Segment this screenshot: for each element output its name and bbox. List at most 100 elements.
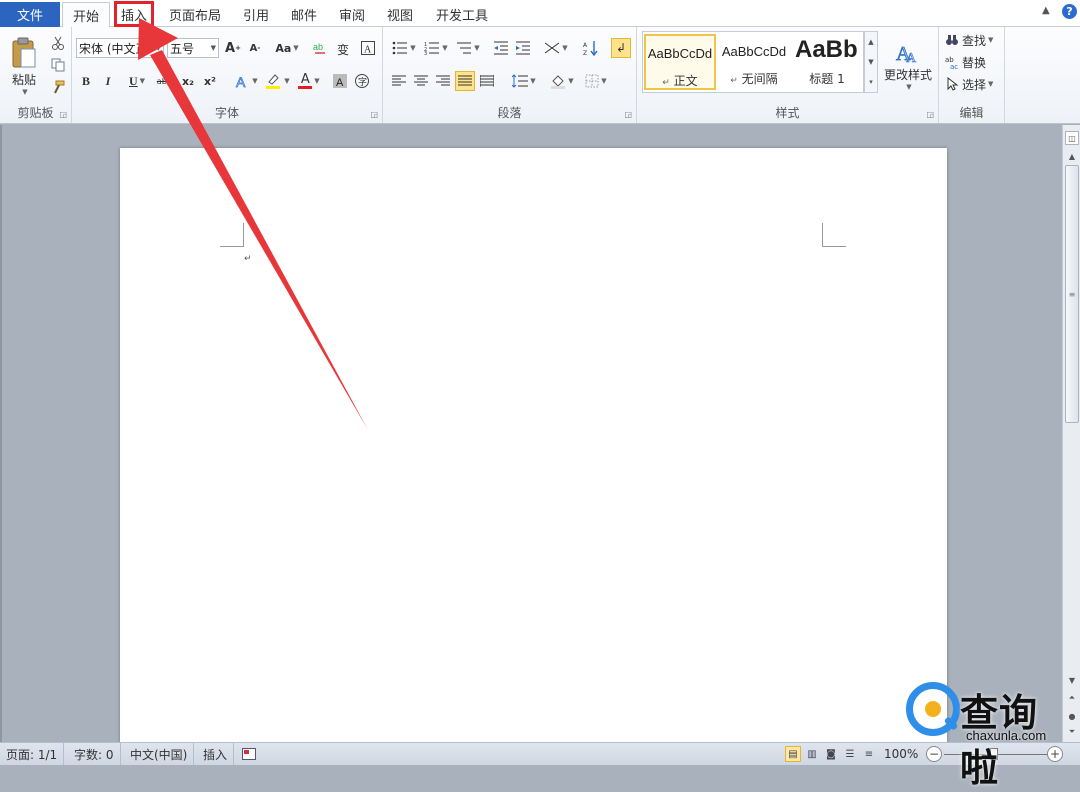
ribbon: 粘贴 ▼ 剪贴板 ◲ 宋体 (中文正 ▼ 五号 ▼ A+ A- Aa▼ ab [0,27,1080,124]
distributed-align-icon[interactable] [477,71,497,91]
tab-insert[interactable]: 插入 [114,2,154,27]
numbering-button[interactable]: 123 ▼ [421,38,451,58]
web-layout-icon[interactable]: ◙ [823,746,839,762]
enclose-characters-icon[interactable]: 字 [352,71,372,91]
macro-record-icon[interactable] [236,743,262,765]
tab-mailings[interactable]: 邮件 [284,2,324,27]
insert-mode-indicator[interactable]: 插入 [197,743,235,765]
dialog-launcher-icon[interactable]: ◲ [926,110,934,119]
chevron-up-icon[interactable]: ▲ [1042,5,1050,16]
chevron-down-icon[interactable]: ▼ [868,58,873,66]
phonetic-guide-icon[interactable]: 变 [334,38,354,58]
svg-text:Z: Z [583,50,587,56]
tab-home[interactable]: 开始 [62,2,110,28]
justify-icon[interactable] [455,71,475,91]
font-color-button[interactable]: A ▼ [294,71,324,91]
more-icon[interactable]: ▾ [869,78,873,86]
full-screen-reading-icon[interactable]: ▥ [804,746,820,762]
strikethrough-button[interactable]: abc [154,71,174,91]
grow-font-label: A [225,40,236,56]
zoom-level[interactable]: 100% [884,743,918,765]
shrink-font-button[interactable]: A- [245,38,265,58]
language-indicator[interactable]: 中文(中国) [124,743,195,765]
watermark-url: chaxunla.com [966,728,1047,743]
chevron-up-icon[interactable]: ▲ [868,38,873,46]
format-painter-icon[interactable] [48,77,68,97]
character-border-icon[interactable]: A [358,38,378,58]
page-count[interactable]: 页面: 1/1 [0,743,65,765]
help-icon[interactable]: ? [1062,4,1077,19]
align-center-icon[interactable] [411,71,431,91]
show-formatting-marks-button[interactable]: ↲ [611,38,631,58]
select-button[interactable]: 选择 ▼ [945,74,993,94]
chevron-down-icon: ▼ [988,36,994,44]
chevron-down-icon: ▼ [601,77,607,85]
styles-gallery-scroll[interactable]: ▲ ▼ ▾ [864,31,878,93]
binoculars-icon [946,35,958,45]
character-shading-icon[interactable]: A [330,71,350,91]
svg-text:A: A [364,45,372,56]
tab-view[interactable]: 视图 [380,2,420,27]
align-left-icon[interactable] [389,71,409,91]
bold-button[interactable]: B [76,71,96,91]
borders-icon [585,74,599,88]
tab-references[interactable]: 引用 [236,2,276,27]
change-styles-label: 更改样式 [883,67,932,82]
change-styles-button[interactable]: AA 更改样式 ▼ [880,31,936,97]
decrease-indent-icon[interactable] [491,38,511,58]
tab-file[interactable]: 文件 [0,2,60,27]
scroll-up-icon[interactable]: ▲ [1065,149,1079,163]
vertical-scrollbar[interactable]: ◫ ▲ ≡ ▼ ⏶ ● ⏷ [1062,125,1080,742]
word-count[interactable]: 字数: 0 [68,743,121,765]
chevron-down-icon: ▼ [568,77,574,85]
shading-button[interactable]: ▼ [547,71,577,91]
shrink-font-label: A [249,42,258,54]
italic-button[interactable]: I [98,71,118,91]
highlighter-icon [266,74,281,89]
text-effects-icon: A [236,74,247,89]
scrollbar-thumb[interactable]: ≡ [1065,165,1079,423]
dialog-launcher-icon[interactable]: ◲ [370,110,378,119]
superscript-button[interactable]: x² [200,71,220,91]
cut-icon[interactable] [48,33,68,53]
tab-developer[interactable]: 开发工具 [428,2,496,27]
find-button[interactable]: 查找 ▼ [945,30,993,50]
sort-icon[interactable]: AZ [581,38,601,58]
highlight-color-button[interactable]: ▼ [262,71,292,91]
zoom-out-icon[interactable]: − [926,746,942,762]
dialog-launcher-icon[interactable]: ◲ [59,110,67,119]
ruler-toggle-icon[interactable]: ◫ [1065,131,1079,145]
grow-font-button[interactable]: A + [223,38,243,58]
font-group-label: 字体 [214,106,239,120]
document-page[interactable]: ↵ [120,148,947,742]
underline-button[interactable]: U ▼ [122,71,152,91]
replace-button[interactable]: ab ac 替换 [945,52,986,72]
increase-indent-icon[interactable] [513,38,533,58]
clear-formatting-icon[interactable]: ab [310,38,330,58]
bullets-button[interactable]: ▼ [389,38,419,58]
multilevel-list-button[interactable]: ▼ [453,38,483,58]
chevron-down-icon: ▼ [988,80,994,88]
style-item-normal[interactable]: AaBbCcDd ↵ 正文 [644,34,716,90]
tab-review[interactable]: 审阅 [332,2,372,27]
change-case-button[interactable]: Aa ▼ [274,38,300,58]
font-size-combo[interactable]: 五号 ▼ [167,38,219,58]
outline-view-icon[interactable]: ☰ [842,746,858,762]
style-item-heading-1[interactable]: AaBb 标题 1 [791,34,863,90]
style-item-no-spacing[interactable]: AaBbCcDd ↵ 无间隔 [718,34,790,90]
text-effects-button[interactable]: A ▼ [232,71,260,91]
tab-page-layout[interactable]: 页面布局 [162,2,228,27]
borders-button[interactable]: ▼ [581,71,611,91]
chinese-layout-button[interactable]: ▼ [541,38,571,58]
draft-view-icon[interactable]: ≡ [861,746,877,762]
line-spacing-button[interactable]: ▼ [509,71,539,91]
copy-icon[interactable] [48,55,68,75]
paste-icon [12,37,36,67]
align-right-icon[interactable] [433,71,453,91]
dialog-launcher-icon[interactable]: ◲ [624,110,632,119]
print-layout-view-icon[interactable]: ▤ [785,746,801,762]
subscript-button[interactable]: x₂ [178,71,198,91]
paste-button[interactable]: 粘贴 ▼ [6,31,42,101]
font-name-combo[interactable]: 宋体 (中文正 ▼ [76,38,164,58]
paragraph-group: ▼ 123 ▼ ▼ ▼ AZ ↲ ▼ ▼ ▼ 段落 ◲ [383,27,637,123]
